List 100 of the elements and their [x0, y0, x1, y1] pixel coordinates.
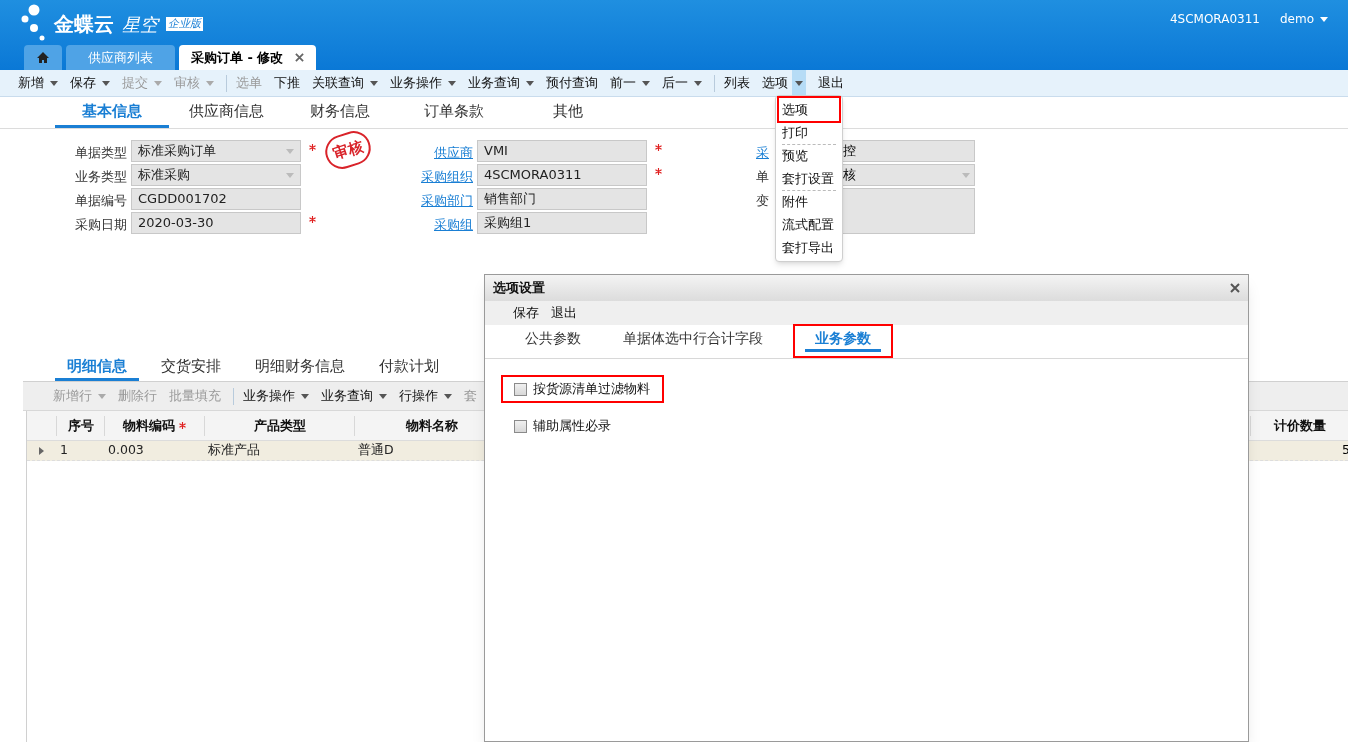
caret-icon	[962, 172, 970, 178]
column-header: 物料编码	[104, 415, 204, 436]
home-tab[interactable]	[24, 45, 62, 70]
toolbar-button[interactable]: 下推	[268, 69, 306, 97]
caret-icon	[50, 80, 58, 86]
required-icon	[309, 144, 316, 151]
required-icon	[655, 168, 662, 175]
input-field[interactable]: VMI	[477, 140, 647, 162]
logo-subtext: 星空	[122, 12, 158, 37]
field-label-link[interactable]: 采购组	[434, 215, 473, 235]
close-icon[interactable]	[295, 53, 305, 62]
column-header: 序号	[56, 415, 104, 436]
home-icon	[37, 52, 49, 63]
checkbox[interactable]	[514, 382, 527, 396]
form-tab[interactable]: 财务信息	[283, 98, 397, 128]
caret-icon	[301, 393, 309, 399]
toolbar-button[interactable]: 业务查询	[315, 386, 393, 406]
column-header: 产品类型	[204, 415, 354, 436]
input-field[interactable]: 采购组1	[477, 212, 647, 234]
toolbar-button[interactable]: 退出	[812, 69, 850, 97]
field-label: 采购日期	[75, 216, 127, 234]
form-tab[interactable]: 订单条款	[397, 98, 511, 128]
toolbar-button[interactable]: 列表	[708, 69, 756, 97]
menu-item[interactable]: 附件	[782, 190, 836, 213]
caret-icon	[526, 80, 534, 86]
form-tab[interactable]: 供应商信息	[169, 98, 283, 128]
field-label: 单据编号	[75, 192, 127, 210]
select-field[interactable]: 标准采购订单	[131, 140, 301, 162]
menu-item[interactable]: 套打设置	[782, 167, 836, 190]
dialog-toolbar-button[interactable]: 保存	[513, 303, 539, 323]
caret-icon	[286, 148, 294, 154]
menu-item[interactable]: 打印	[782, 121, 836, 144]
caret-icon	[444, 393, 452, 399]
table-cell: 1	[60, 442, 68, 458]
dialog-tab[interactable]: 单据体选中行合计字段	[611, 324, 775, 358]
menu-item[interactable]: 套打导出	[782, 236, 836, 259]
toolbar-button[interactable]: 前一	[604, 69, 656, 97]
table-cell: 普通D	[358, 442, 394, 458]
account-name: 4SCMORA0311	[1169, 11, 1260, 28]
field-label: 单据类型	[75, 144, 127, 162]
dialog-title: 选项设置	[493, 279, 545, 298]
toolbar-button[interactable]: 新增	[12, 69, 64, 97]
caret-icon	[206, 80, 214, 86]
detail-tab[interactable]: 交货安排	[149, 355, 233, 381]
checkbox-option[interactable]: 按货源清单过滤物料	[501, 375, 664, 403]
caret-icon	[286, 172, 294, 178]
toolbar-button[interactable]: 选项	[756, 69, 812, 97]
logo-text: 金蝶云	[54, 11, 114, 38]
form-tab[interactable]: 其他	[511, 98, 625, 128]
caret-icon	[154, 80, 162, 86]
page-tab[interactable]: 采购订单 - 修改	[179, 45, 317, 70]
field-label-link[interactable]: 采购组织	[421, 167, 473, 187]
column-header: 计价数量	[1250, 415, 1348, 436]
caret-icon	[379, 393, 387, 399]
caret-icon	[448, 80, 456, 86]
close-icon[interactable]	[1230, 283, 1240, 293]
toolbar-button[interactable]: 保存	[64, 69, 116, 97]
menu-item[interactable]: 选项	[779, 98, 839, 121]
toolbar-button[interactable]: 预付查询	[540, 69, 604, 97]
caret-icon	[642, 80, 650, 86]
input-field[interactable]: 销售部门	[477, 188, 647, 210]
dialog-tab[interactable]: 业务参数	[793, 324, 893, 358]
caret-icon	[795, 80, 803, 86]
toolbar-button[interactable]: 关联查询	[306, 69, 384, 97]
input-field[interactable]: 4SCMORA0311	[477, 164, 647, 186]
table-cell: 标准产品	[208, 442, 260, 458]
caret-icon	[694, 80, 702, 86]
edition-badge: 企业版	[166, 17, 203, 31]
toolbar-button[interactable]: 业务操作	[384, 69, 462, 97]
detail-tab[interactable]: 付款计划	[367, 355, 451, 381]
field-label-link[interactable]: 采购部门	[421, 191, 473, 211]
row-pointer-icon	[39, 446, 44, 455]
field-label: 单	[756, 168, 769, 186]
required-icon	[655, 144, 662, 151]
dialog-tab[interactable]: 公共参数	[513, 324, 593, 358]
required-icon	[309, 216, 316, 223]
toolbar-button[interactable]: 行操作	[393, 386, 458, 406]
form-tab[interactable]: 基本信息	[55, 98, 169, 128]
caret-icon	[370, 80, 378, 86]
menu-item[interactable]: 流式配置	[782, 213, 836, 236]
detail-tab[interactable]: 明细财务信息	[243, 355, 357, 381]
caret-icon	[98, 393, 106, 399]
input-field[interactable]: 2020-03-30	[131, 212, 301, 234]
input-field[interactable]: CGDD001702	[131, 188, 301, 210]
select-field[interactable]: 标准采购	[131, 164, 301, 186]
menu-item[interactable]: 预览	[782, 144, 836, 167]
field-label: 业务类型	[75, 168, 127, 186]
caret-icon	[102, 80, 110, 86]
field-label: 变	[756, 192, 769, 210]
user-menu[interactable]: demo	[1279, 10, 1328, 28]
field-label-link[interactable]: 采	[756, 143, 769, 163]
field-label-link[interactable]: 供应商	[434, 143, 473, 163]
toolbar-button[interactable]: 业务查询	[462, 69, 540, 97]
table-cell: 0.003	[108, 442, 144, 458]
toolbar-button[interactable]: 业务操作	[227, 386, 315, 406]
dialog-toolbar-button[interactable]: 退出	[551, 303, 577, 323]
toolbar-button[interactable]: 后一	[656, 69, 708, 97]
caret-icon	[1320, 16, 1328, 22]
checkbox[interactable]	[514, 419, 527, 433]
table-cell: 5	[1342, 442, 1348, 458]
